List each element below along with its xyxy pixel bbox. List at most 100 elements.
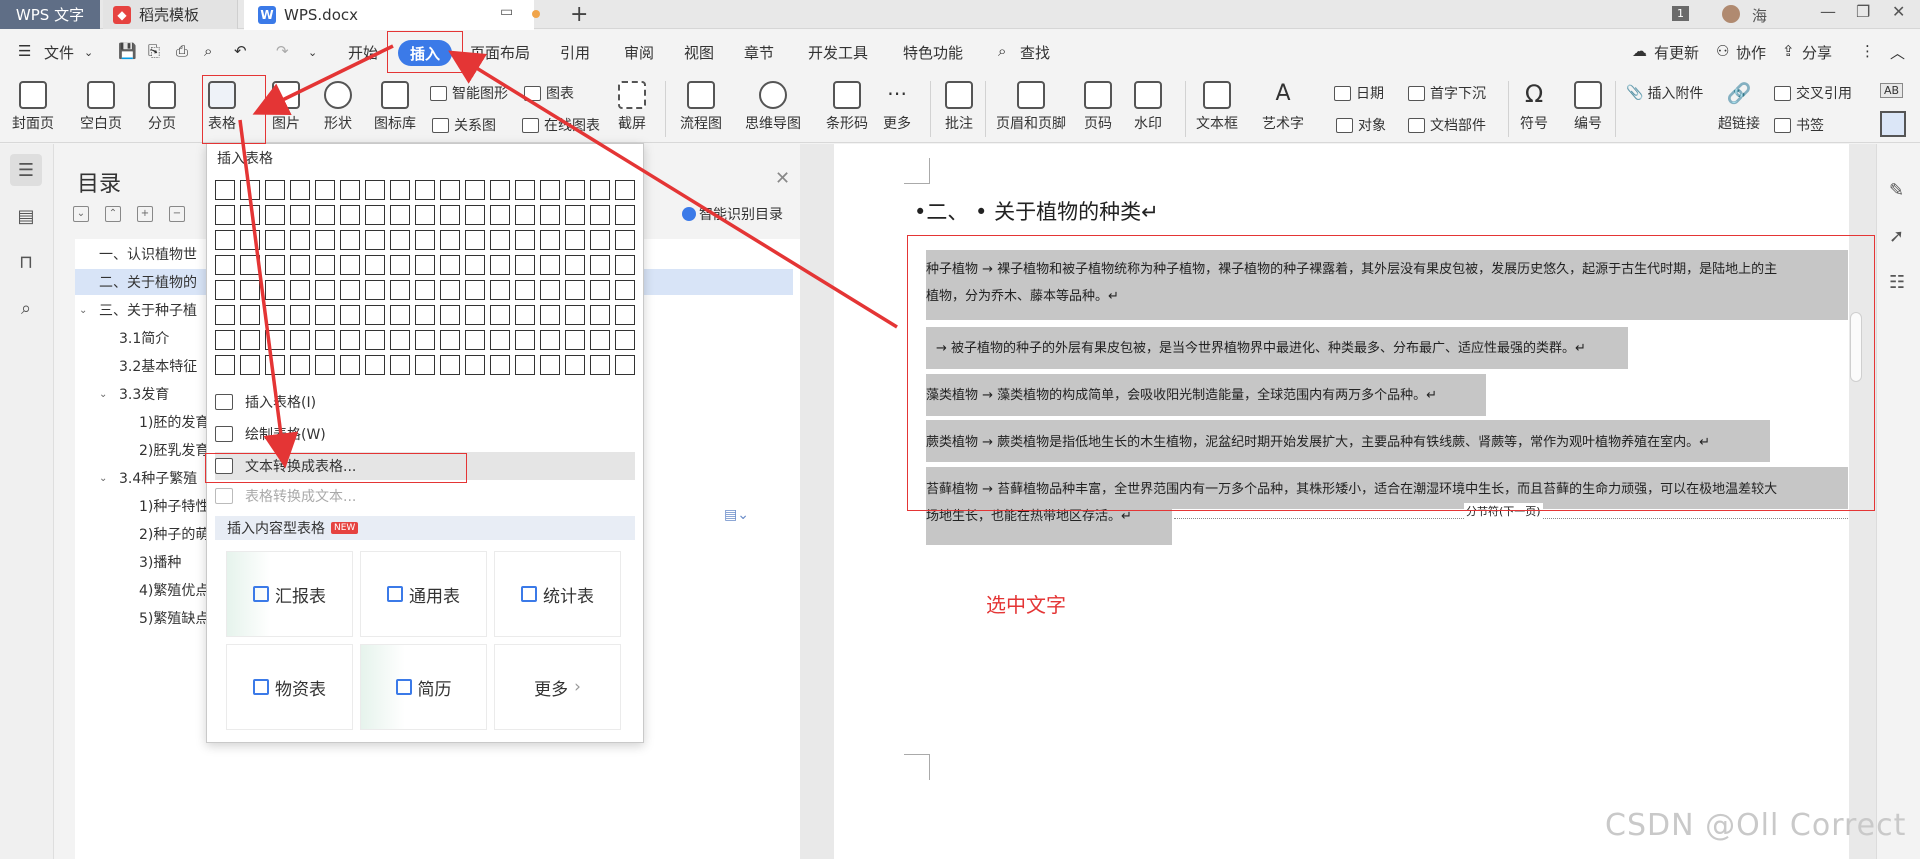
- table-grid-cell[interactable]: [215, 330, 235, 350]
- table-grid-cell[interactable]: [240, 330, 260, 350]
- table-grid-cell[interactable]: [615, 280, 635, 300]
- table-grid-cell[interactable]: [615, 230, 635, 250]
- table-grid-cell[interactable]: [565, 255, 585, 275]
- icon-library-button[interactable]: 图标库: [374, 81, 416, 133]
- table-grid-cell[interactable]: [390, 230, 410, 250]
- table-grid-cell[interactable]: [240, 180, 260, 200]
- table-grid-cell[interactable]: [565, 355, 585, 375]
- table-grid-cell[interactable]: [215, 280, 235, 300]
- document-page[interactable]: •二、 • 关于植物的种类↵ 种子植物 → 裸子植物和被子植物统称为种子植物，裸…: [834, 144, 1875, 859]
- table-grid-cell[interactable]: [215, 230, 235, 250]
- table-grid-cell[interactable]: [590, 255, 610, 275]
- table-grid-cell[interactable]: [315, 280, 335, 300]
- tab-document[interactable]: W WPS.docx: [244, 0, 534, 30]
- close-panel-icon[interactable]: ✕: [775, 168, 790, 189]
- table-grid-cell[interactable]: [540, 230, 560, 250]
- table-grid-cell[interactable]: [415, 330, 435, 350]
- relation-chart-button[interactable]: 关系图: [432, 115, 496, 135]
- toc-list-icon[interactable]: ☰: [10, 154, 42, 186]
- header-footer-button[interactable]: 页眉和页脚: [996, 81, 1066, 133]
- table-grid-cell[interactable]: [415, 230, 435, 250]
- table-grid-cell[interactable]: [215, 305, 235, 325]
- doc-parts-button[interactable]: 文档部件: [1408, 115, 1486, 135]
- numbering-button[interactable]: 编号: [1574, 81, 1602, 133]
- print-icon[interactable]: ⎙: [176, 42, 188, 60]
- menu-page-layout[interactable]: 页面布局: [470, 42, 530, 63]
- table-grid-cell[interactable]: [590, 305, 610, 325]
- table-grid-cell[interactable]: [490, 280, 510, 300]
- table-grid-cell[interactable]: [465, 355, 485, 375]
- mindmap-button[interactable]: 思维导图: [745, 81, 801, 133]
- cursor-icon[interactable]: ➚: [1889, 226, 1904, 247]
- table-grid-cell[interactable]: [615, 330, 635, 350]
- table-size-grid[interactable]: [215, 180, 635, 375]
- table-grid-cell[interactable]: [615, 255, 635, 275]
- resume-table-card[interactable]: 简历: [360, 644, 487, 730]
- menu-features[interactable]: 特色功能: [903, 42, 963, 63]
- table-grid-cell[interactable]: [565, 280, 585, 300]
- table-grid-cell[interactable]: [240, 305, 260, 325]
- table-grid-cell[interactable]: [365, 205, 385, 225]
- table-grid-cell[interactable]: [415, 305, 435, 325]
- table-grid-cell[interactable]: [565, 305, 585, 325]
- cross-reference-button[interactable]: 交叉引用: [1774, 83, 1852, 103]
- table-grid-cell[interactable]: [265, 305, 285, 325]
- table-grid-cell[interactable]: [440, 330, 460, 350]
- bookmark-button[interactable]: 书签: [1774, 115, 1824, 135]
- table-grid-cell[interactable]: [390, 330, 410, 350]
- table-grid-cell[interactable]: [465, 180, 485, 200]
- table-grid-cell[interactable]: [590, 330, 610, 350]
- table-grid-cell[interactable]: [240, 230, 260, 250]
- menu-review[interactable]: 审阅: [624, 42, 654, 63]
- print-preview-icon[interactable]: ⌕: [204, 42, 212, 60]
- table-grid-cell[interactable]: [590, 355, 610, 375]
- outline-icon[interactable]: ▤: [10, 200, 42, 232]
- table-grid-cell[interactable]: [415, 280, 435, 300]
- table-grid-cell[interactable]: [565, 205, 585, 225]
- table-grid-cell[interactable]: [265, 330, 285, 350]
- table-grid-cell[interactable]: [515, 330, 535, 350]
- table-grid-cell[interactable]: [340, 230, 360, 250]
- table-grid-cell[interactable]: [490, 255, 510, 275]
- table-grid-cell[interactable]: [515, 355, 535, 375]
- table-grid-cell[interactable]: [515, 280, 535, 300]
- table-grid-cell[interactable]: [515, 205, 535, 225]
- table-grid-cell[interactable]: [615, 205, 635, 225]
- table-grid-cell[interactable]: [340, 280, 360, 300]
- table-grid-cell[interactable]: [515, 180, 535, 200]
- table-grid-cell[interactable]: [265, 230, 285, 250]
- menu-file[interactable]: 文件: [44, 42, 74, 63]
- table-grid-cell[interactable]: [340, 355, 360, 375]
- table-grid-cell[interactable]: [315, 205, 335, 225]
- table-grid-cell[interactable]: [340, 305, 360, 325]
- table-grid-cell[interactable]: [465, 330, 485, 350]
- flowchart-button[interactable]: 流程图: [680, 81, 722, 133]
- table-grid-cell[interactable]: [390, 180, 410, 200]
- collapse-all-icon[interactable]: ⌃: [105, 206, 121, 222]
- shape-button[interactable]: 形状: [324, 81, 352, 133]
- insert-table-item[interactable]: 插入表格(I): [215, 388, 635, 416]
- tab-wps-writer[interactable]: WPS 文字: [0, 0, 100, 29]
- table-grid-cell[interactable]: [290, 355, 310, 375]
- table-grid-cell[interactable]: [315, 180, 335, 200]
- table-grid-cell[interactable]: [465, 280, 485, 300]
- table-grid-cell[interactable]: [590, 180, 610, 200]
- more-button[interactable]: ⋯ 更多: [883, 81, 911, 133]
- table-grid-cell[interactable]: [590, 205, 610, 225]
- table-grid-cell[interactable]: [565, 230, 585, 250]
- table-grid-cell[interactable]: [215, 355, 235, 375]
- table-grid-cell[interactable]: [315, 305, 335, 325]
- new-tab-button[interactable]: +: [570, 2, 588, 27]
- online-chart-button[interactable]: 在线图表: [522, 115, 600, 135]
- pen-icon[interactable]: ✎: [1889, 180, 1904, 201]
- hyperlink-button[interactable]: 🔗 超链接: [1718, 81, 1760, 133]
- table-grid-cell[interactable]: [565, 180, 585, 200]
- table-grid-cell[interactable]: [315, 230, 335, 250]
- chart-button[interactable]: 图表: [524, 83, 574, 103]
- table-grid-cell[interactable]: [215, 255, 235, 275]
- picture-button[interactable]: 图片: [272, 81, 300, 133]
- table-grid-cell[interactable]: [540, 330, 560, 350]
- table-grid-cell[interactable]: [465, 255, 485, 275]
- table-grid-cell[interactable]: [365, 180, 385, 200]
- materials-table-card[interactable]: 物资表: [226, 644, 353, 730]
